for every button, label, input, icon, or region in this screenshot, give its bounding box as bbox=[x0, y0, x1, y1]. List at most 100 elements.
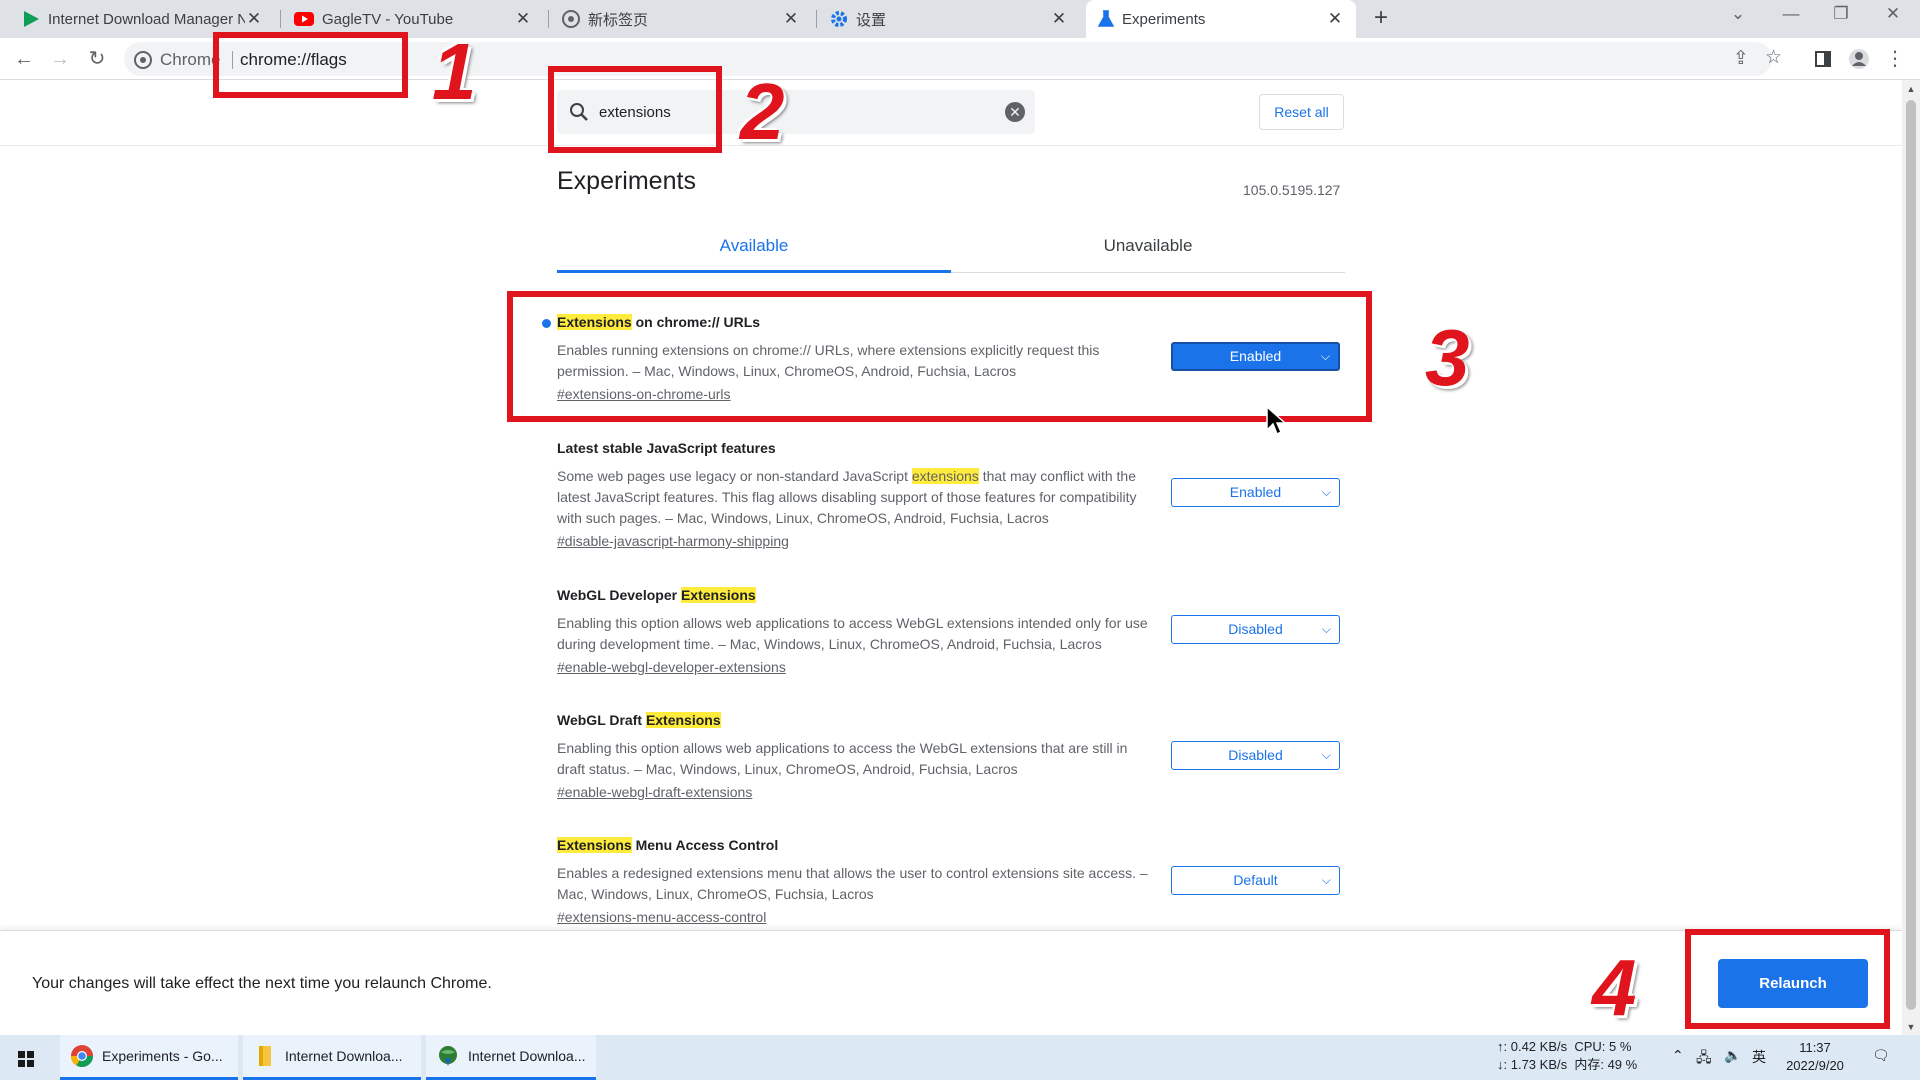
taskbar-item-label: Internet Downloa... bbox=[285, 1048, 403, 1064]
close-icon[interactable]: ✕ bbox=[1050, 9, 1068, 29]
tab-separator bbox=[548, 10, 549, 28]
clock-date: 2022/9/20 bbox=[1786, 1058, 1844, 1073]
menu-kebab-icon[interactable]: ⋮ bbox=[1882, 46, 1908, 72]
page-title: Experiments bbox=[557, 167, 696, 195]
experiment-name-text: WebGL Draft bbox=[557, 712, 646, 728]
close-icon[interactable]: ✕ bbox=[245, 9, 263, 29]
clock-time: 11:37 bbox=[1799, 1040, 1831, 1055]
version-label: 105.0.5195.127 bbox=[1243, 182, 1341, 198]
reset-all-button[interactable]: Reset all bbox=[1259, 94, 1344, 130]
tab-settings[interactable]: 设置 ✕ bbox=[818, 0, 1080, 38]
network-icon[interactable]: 🖧 bbox=[1696, 1047, 1712, 1071]
experiment-extensions-menu-access-control: Extensions Menu Access Control Enables a… bbox=[557, 837, 1357, 927]
experiment-state-select[interactable]: Default ⌵ bbox=[1171, 866, 1340, 895]
taskbar-item-chrome[interactable]: Experiments - Go... bbox=[60, 1035, 238, 1080]
play-icon bbox=[24, 11, 39, 27]
system-clock[interactable]: 11:37 2022/9/20 bbox=[1780, 1039, 1850, 1075]
close-icon[interactable]: ✕ bbox=[1326, 9, 1344, 29]
chevron-down-icon: ⌵ bbox=[1321, 748, 1331, 762]
select-value: Enabled bbox=[1229, 484, 1282, 500]
annotation-number-3: 3 bbox=[1425, 313, 1470, 402]
net-down-speed: 1.73 KB/s bbox=[1510, 1057, 1568, 1072]
description-text: Some web pages use legacy or non-standar… bbox=[557, 468, 912, 484]
annotation-number-4: 4 bbox=[1592, 943, 1637, 1032]
experiment-webgl-developer-extensions: WebGL Developer Extensions Enabling this… bbox=[557, 587, 1357, 677]
relaunch-message: Your changes will take effect the next t… bbox=[32, 975, 492, 992]
cpu-usage: CPU: 5 % bbox=[1574, 1039, 1632, 1054]
search-highlight: Extensions bbox=[557, 837, 632, 853]
share-icon[interactable]: ⇪ bbox=[1733, 47, 1749, 70]
experiment-description: Enabling this option allows web applicat… bbox=[557, 740, 1128, 777]
experiment-permalink[interactable]: #enable-webgl-developer-extensions bbox=[557, 659, 786, 675]
annotation-box-4 bbox=[1685, 929, 1890, 1029]
taskbar-item-label: Internet Downloa... bbox=[468, 1048, 586, 1064]
youtube-icon bbox=[294, 12, 314, 26]
windows-start-icon[interactable] bbox=[10, 1043, 42, 1073]
scroll-up-arrow-icon[interactable]: ▲ bbox=[1902, 84, 1920, 94]
experiment-state-select[interactable]: Disabled ⌵ bbox=[1171, 741, 1340, 770]
experiment-permalink[interactable]: #extensions-menu-access-control bbox=[557, 909, 766, 925]
search-highlight: extensions bbox=[911, 468, 979, 484]
search-highlight: Extensions bbox=[645, 712, 721, 728]
chevron-down-icon: ⌵ bbox=[1321, 622, 1331, 636]
chevron-down-icon: ⌵ bbox=[1321, 485, 1331, 499]
select-value: Default bbox=[1233, 872, 1278, 888]
ime-indicator[interactable]: 英 bbox=[1752, 1047, 1766, 1067]
taskbar-item-explorer[interactable]: Internet Downloa... bbox=[243, 1035, 421, 1080]
back-arrow-icon[interactable]: ← bbox=[11, 46, 37, 72]
page-scrollbar[interactable]: ▲ ▼ bbox=[1902, 80, 1920, 1035]
tab-title: GagleTV - YouTube bbox=[322, 10, 454, 28]
clear-search-icon[interactable]: ✕ bbox=[1005, 102, 1025, 122]
select-value: Disabled bbox=[1228, 747, 1283, 763]
forward-arrow-icon[interactable]: → bbox=[47, 46, 73, 72]
side-panel-icon[interactable] bbox=[1810, 46, 1836, 72]
annotation-number-1: 1 bbox=[432, 27, 477, 116]
restore-icon[interactable]: ❐ bbox=[1826, 4, 1856, 24]
folder-icon bbox=[259, 1046, 271, 1066]
experiment-name: Latest stable JavaScript features bbox=[557, 440, 776, 456]
new-tab-button[interactable]: + bbox=[1368, 6, 1394, 32]
experiment-state-select[interactable]: Enabled ⌵ bbox=[1171, 478, 1340, 507]
tab-title: Internet Download Manager N bbox=[48, 10, 245, 28]
scroll-thumb[interactable] bbox=[1906, 100, 1916, 1010]
tab-new-tab-page[interactable]: 新标签页 ✕ bbox=[550, 0, 812, 38]
volume-icon[interactable]: 🔈 bbox=[1724, 1047, 1741, 1064]
idm-globe-icon bbox=[439, 1046, 457, 1066]
annotation-box-3 bbox=[507, 291, 1372, 422]
tab-title: 设置 bbox=[856, 11, 887, 29]
tab-unavailable[interactable]: Unavailable bbox=[951, 228, 1345, 273]
experiment-state-select[interactable]: Disabled ⌵ bbox=[1171, 615, 1340, 644]
tray-chevron-up-icon[interactable]: ⌃ bbox=[1672, 1047, 1684, 1064]
experiment-name: Extensions Menu Access Control bbox=[557, 837, 1357, 857]
tab-title: 新标签页 bbox=[588, 11, 649, 29]
reload-icon[interactable]: ↻ bbox=[84, 46, 110, 72]
annotation-number-2: 2 bbox=[740, 67, 785, 156]
experiment-permalink[interactable]: #enable-webgl-draft-extensions bbox=[557, 784, 752, 800]
profile-avatar-icon[interactable] bbox=[1846, 46, 1872, 72]
experiment-latest-stable-javascript: Latest stable JavaScript features Some w… bbox=[557, 440, 1357, 551]
window-close-icon[interactable]: ✕ bbox=[1878, 4, 1908, 24]
flags-tab-row: Available Unavailable bbox=[557, 228, 1345, 273]
network-monitor: ↑: 0.42 KB/s CPU: 5 % ↓: 1.73 KB/s 内存: 4… bbox=[1497, 1038, 1637, 1074]
taskbar-item-idm[interactable]: Internet Downloa... bbox=[426, 1035, 596, 1080]
experiment-description: Enables a redesigned extensions menu tha… bbox=[557, 865, 1148, 902]
chrome-icon bbox=[134, 51, 152, 69]
close-icon[interactable]: ✕ bbox=[514, 9, 532, 29]
chrome-icon bbox=[562, 10, 580, 28]
close-icon[interactable]: ✕ bbox=[782, 9, 800, 29]
scroll-down-arrow-icon[interactable]: ▼ bbox=[1902, 1022, 1920, 1032]
memory-usage: 内存: 49 % bbox=[1574, 1057, 1638, 1072]
minimize-icon[interactable]: — bbox=[1776, 4, 1806, 24]
star-icon[interactable]: ☆ bbox=[1765, 46, 1782, 69]
net-up-speed: 0.42 KB/s bbox=[1510, 1039, 1568, 1054]
tab-available[interactable]: Available bbox=[557, 228, 951, 273]
experiment-permalink[interactable]: #disable-javascript-harmony-shipping bbox=[557, 533, 789, 549]
notification-icon[interactable]: 🗨 bbox=[1872, 1047, 1890, 1064]
experiment-name: WebGL Draft Extensions bbox=[557, 712, 1357, 732]
tab-experiments[interactable]: Experiments ✕ bbox=[1086, 0, 1356, 38]
search-highlight: Extensions bbox=[680, 587, 756, 603]
chevron-down-icon: ⌵ bbox=[1321, 873, 1331, 887]
experiment-description: Some web pages use legacy or non-standar… bbox=[557, 466, 1157, 529]
tab-search-chevron-icon[interactable]: ⌄ bbox=[1723, 4, 1753, 24]
download-arrow-icon: ↓: bbox=[1497, 1057, 1511, 1072]
